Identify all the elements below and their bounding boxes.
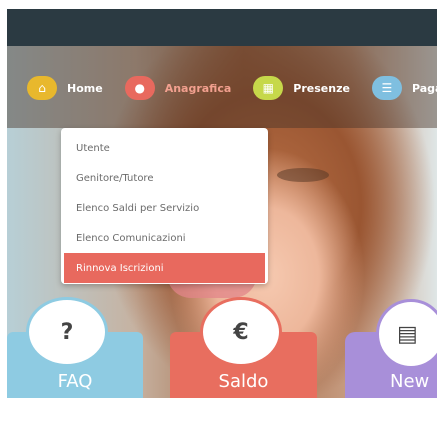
- euro-icon[interactable]: €: [200, 297, 282, 367]
- list-icon: ☰: [371, 76, 402, 100]
- nav-item-anagrafica[interactable]: ● Anagrafica: [124, 76, 232, 100]
- nav-item-home[interactable]: ⌂ Home: [27, 76, 103, 100]
- question-icon[interactable]: ?: [26, 297, 108, 367]
- faq-label: FAQ: [57, 371, 93, 392]
- menu-item-utente[interactable]: Utente: [61, 133, 268, 163]
- saldo-label: Saldo: [218, 371, 269, 392]
- main-nav: ⌂ Home ● Anagrafica ▦ Presenze ☰ Pagam: [27, 74, 437, 102]
- nav-label-anagrafica: Anagrafica: [164, 81, 232, 95]
- hero-detail-eye: [277, 168, 329, 182]
- news-label: New: [390, 371, 430, 392]
- menu-item-genitore-tutore[interactable]: Genitore/Tutore: [61, 163, 268, 193]
- nav-label-presenze: Presenze: [293, 81, 350, 95]
- nav-item-pagamenti[interactable]: ☰ Pagam: [371, 76, 437, 100]
- top-bar: [7, 9, 437, 46]
- home-icon: ⌂: [27, 76, 57, 100]
- nav-item-presenze[interactable]: ▦ Presenze: [253, 76, 350, 100]
- menu-item-elenco-comunicazioni[interactable]: Elenco Comunicazioni: [61, 223, 268, 253]
- newspaper-icon[interactable]: ▤: [376, 299, 437, 369]
- menu-item-elenco-saldi[interactable]: Elenco Saldi per Servizio: [61, 193, 268, 223]
- user-icon: ●: [124, 76, 155, 100]
- nav-label-pagamenti: Pagam: [411, 81, 437, 95]
- calendar-icon: ▦: [253, 76, 284, 100]
- bottom-strip: [7, 398, 437, 423]
- anagrafica-dropdown-menu: Utente Genitore/Tutore Elenco Saldi per …: [61, 128, 268, 284]
- nav-label-home: Home: [67, 81, 103, 95]
- menu-item-rinnova-iscrizioni[interactable]: Rinnova Iscrizioni: [64, 253, 265, 283]
